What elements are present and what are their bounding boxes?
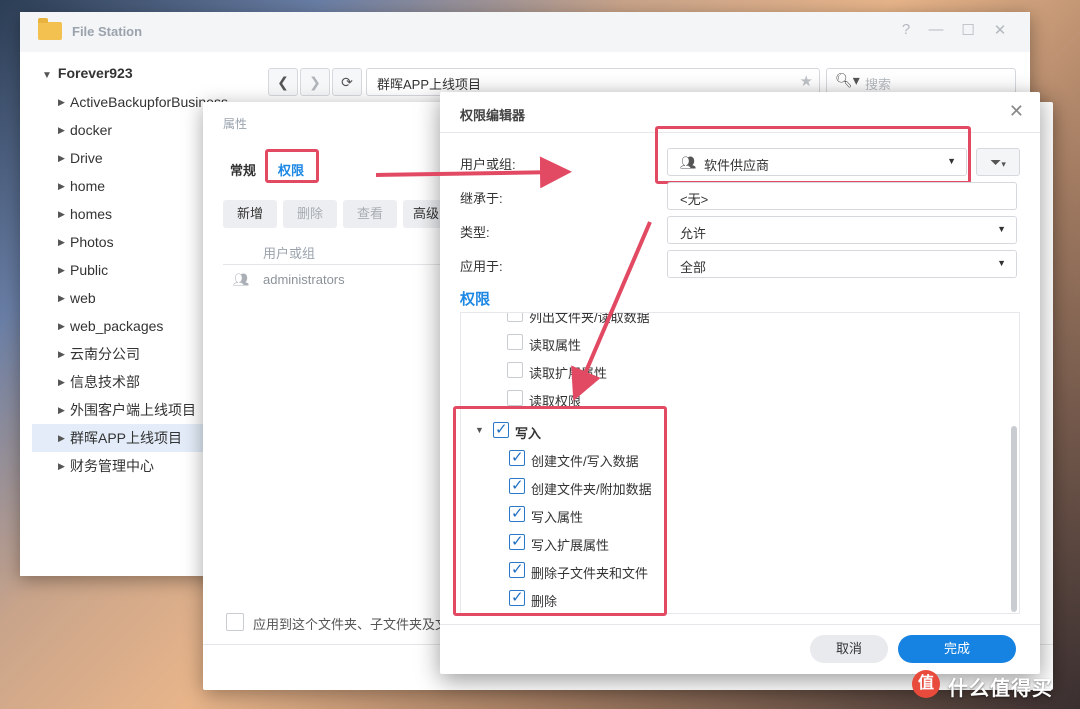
checkbox[interactable] (507, 334, 523, 350)
chevron-right-icon: ▶ (58, 461, 65, 471)
inherit-label: 继承于: (460, 191, 503, 206)
tree-item-label: home (70, 178, 106, 194)
permission-label: 列出文件夹/读取数据 (529, 312, 650, 325)
permission-label: 读取扩展属性 (529, 366, 608, 381)
apply-to-label: 应用于: (460, 259, 503, 274)
chevron-right-icon: ▶ (58, 433, 65, 443)
tree-item-label: homes (70, 206, 113, 222)
view-button[interactable]: 查看 (343, 200, 397, 228)
search-placeholder: 搜索 (865, 77, 892, 92)
column-user-group: 用户或组 (263, 246, 316, 261)
chevron-right-icon: ▶ (58, 349, 65, 359)
maximize-icon[interactable]: ☐ (958, 21, 978, 39)
table-row[interactable]: 👥︎ administrators (223, 266, 443, 294)
tree-root[interactable]: ▼ Forever923 (42, 65, 133, 81)
tree-item-label: Drive (70, 150, 103, 166)
checkbox[interactable] (507, 390, 523, 406)
close-icon[interactable]: ✕ (990, 21, 1010, 39)
delete-button[interactable]: 删除 (283, 200, 337, 228)
inherit-value: <无> (680, 192, 709, 207)
chevron-down-icon: ▼ (997, 258, 1006, 268)
tree-item-selected[interactable]: ▶ 群晖APP上线项目 (32, 424, 214, 452)
chevron-right-icon: ▶ (58, 377, 65, 387)
highlight-box-user (655, 126, 971, 184)
refresh-button[interactable]: ⟳ (332, 68, 362, 96)
row-name: administrators (263, 272, 345, 287)
type-value: 允许 (680, 226, 707, 241)
chevron-right-icon: ▶ (58, 237, 65, 247)
permission-label: 读取属性 (529, 338, 582, 353)
apply-to-select[interactable]: 全部 ▼ (667, 250, 1017, 278)
permission-item[interactable]: 读取扩展属性 (461, 357, 1001, 385)
chevron-right-icon: ▶ (58, 153, 65, 163)
tree-item-label: 外围客户端上线项目 (70, 402, 196, 418)
scrollbar[interactable] (1011, 426, 1017, 612)
user-group-label: 用户或组: (460, 157, 516, 172)
watermark-text: 什么值得买 (948, 678, 1053, 700)
permission-item[interactable]: 列出文件夹/读取数据 (461, 312, 1001, 329)
chevron-right-icon: ▶ (58, 209, 65, 219)
highlight-box-write (453, 406, 667, 616)
apply-checkbox[interactable] (226, 613, 244, 631)
close-icon[interactable]: ✕ (1009, 101, 1024, 122)
star-icon[interactable]: ★ (800, 72, 813, 90)
watermark: 值 什么值得买 (912, 668, 1072, 700)
permission-item[interactable]: 读取属性 (461, 329, 1001, 357)
filter-button[interactable]: ⏷▾ (976, 148, 1020, 176)
apply-to-value: 全部 (680, 260, 707, 275)
user-group-icon: 👥︎ (233, 272, 250, 287)
divider (440, 624, 1040, 625)
tree-item-label: web (70, 290, 96, 306)
tree-root-label: Forever923 (57, 65, 133, 81)
chevron-right-icon: ▶ (58, 125, 65, 135)
tree-item-label: 信息技术部 (70, 374, 140, 390)
dialog-title: 权限编辑器 (460, 108, 526, 123)
type-label: 类型: (460, 225, 490, 240)
tree-item-label: web_packages (70, 318, 164, 334)
path-text: 群晖APP上线项目 (377, 77, 482, 92)
add-button[interactable]: 新增 (223, 200, 277, 228)
tree-item-label: 云南分公司 (70, 346, 140, 362)
checkbox[interactable] (507, 313, 523, 322)
watermark-logo-icon: 值 (912, 670, 940, 698)
chevron-right-icon: ▶ (58, 181, 65, 191)
dialog-title: 属性 (223, 117, 248, 131)
cancel-button[interactable]: 取消 (810, 635, 888, 663)
tree-item-label: Public (70, 262, 109, 278)
chevron-right-icon: ▶ (58, 405, 65, 415)
folder-icon (38, 18, 62, 40)
chevron-right-icon: ▶ (58, 97, 65, 107)
chevron-right-icon: ▶ (58, 265, 65, 275)
apply-label: 应用到这个文件夹、子文件夹及文 (253, 617, 449, 632)
inherit-field: <无> (667, 182, 1017, 210)
minimize-icon[interactable]: — (926, 21, 946, 38)
chevron-right-icon: ▶ (58, 321, 65, 331)
window-title: File Station (72, 24, 143, 39)
title-bar: File Station ? — ☐ ✕ (20, 12, 1030, 52)
done-button[interactable]: 完成 (898, 635, 1016, 663)
filter-icon: ⏷ (990, 154, 1002, 170)
table-header: 用户或组 (223, 236, 443, 265)
tree-item-label: 财务管理中心 (70, 458, 154, 474)
chevron-down-icon: ▼ (997, 224, 1006, 234)
help-icon[interactable]: ? (896, 21, 916, 38)
chevron-down-icon: ▼ (42, 70, 52, 81)
checkbox[interactable] (507, 362, 523, 378)
type-select[interactable]: 允许 ▼ (667, 216, 1017, 244)
chevron-down-icon: ▾ (1001, 159, 1006, 169)
highlight-box-tab (265, 149, 319, 183)
back-button[interactable]: ❮ (268, 68, 298, 96)
tree-item-label: docker (70, 122, 113, 138)
permissions-section-title: 权限 (460, 291, 491, 308)
tree-item-label: 群晖APP上线项目 (70, 430, 183, 446)
tree-item-label: Photos (70, 234, 114, 250)
tab-general[interactable]: 常规 (230, 160, 256, 179)
search-icon[interactable]: 🔍︎▾ (835, 72, 860, 89)
chevron-right-icon: ▶ (58, 293, 65, 303)
forward-button[interactable]: ❯ (300, 68, 330, 96)
